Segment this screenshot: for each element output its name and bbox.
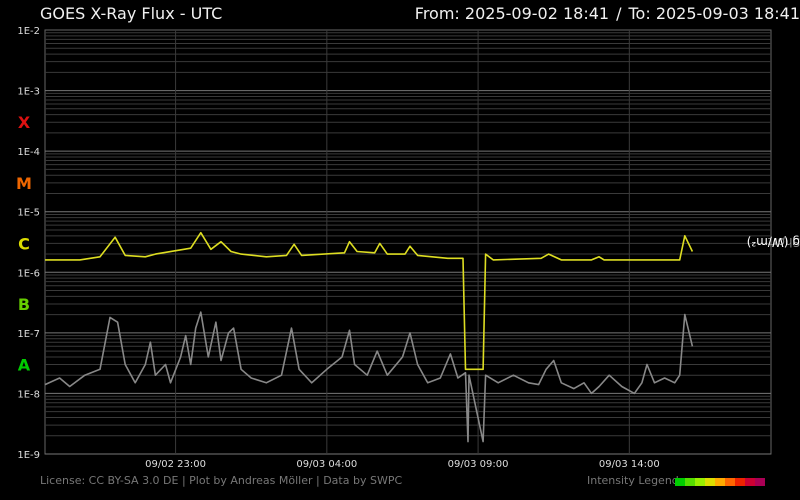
xray-flux-chart: 1E-2 1E-3 1E-4 1E-5 1E-6 1E-7 1E-8 1E-9 X M C B A 0… bbox=[16, 26, 772, 470]
flare-class-label: A bbox=[18, 356, 31, 375]
x-tick-label: 09/03 04:00 bbox=[296, 459, 357, 470]
chart-grid bbox=[44, 29, 772, 455]
x-tick-label: 09/02 23:00 bbox=[145, 459, 206, 470]
legend-swatch bbox=[705, 478, 715, 486]
legend-swatch bbox=[685, 478, 695, 486]
x-axis-ticks: 09/02 23:00 09/03 04:00 09/03 09:00 09/03 1… bbox=[145, 459, 660, 470]
long-flux-line bbox=[44, 311, 694, 443]
y-tick-label: 1E-6 bbox=[17, 268, 40, 279]
legend-swatch bbox=[745, 478, 755, 486]
y-axis-label-long: Long (W/m²) bbox=[746, 235, 800, 249]
y-tick-label: 1E-8 bbox=[17, 389, 40, 400]
y-tick-label: 1E-3 bbox=[17, 87, 40, 98]
y-tick-label: 1E-2 bbox=[17, 26, 40, 37]
license-footer: License: CC BY-SA 3.0 DE | Plot by Andre… bbox=[40, 474, 403, 487]
legend-swatch bbox=[735, 478, 745, 486]
y-tick-label: 1E-7 bbox=[17, 329, 40, 340]
y-tick-label: 1E-9 bbox=[17, 450, 40, 461]
legend-swatch bbox=[695, 478, 705, 486]
short-flux-line bbox=[45, 231, 694, 371]
y-tick-label: 1E-5 bbox=[17, 208, 40, 219]
legend-swatch bbox=[755, 478, 765, 486]
flare-class-label: C bbox=[18, 234, 30, 253]
intensity-legend-bar bbox=[675, 478, 765, 486]
y-tick-label: 1E-4 bbox=[17, 147, 40, 158]
x-tick-label: 09/03 14:00 bbox=[599, 459, 660, 470]
flare-class-label: B bbox=[18, 295, 30, 314]
legend-swatch bbox=[715, 478, 725, 486]
flare-class-label: M bbox=[16, 174, 32, 193]
intensity-legend-label: Intensity Legend bbox=[587, 474, 679, 487]
x-tick-label: 09/03 09:00 bbox=[448, 459, 509, 470]
legend-swatch bbox=[725, 478, 735, 486]
flux-series bbox=[44, 231, 694, 443]
flare-class-label: X bbox=[18, 113, 31, 132]
legend-swatch bbox=[675, 478, 685, 486]
